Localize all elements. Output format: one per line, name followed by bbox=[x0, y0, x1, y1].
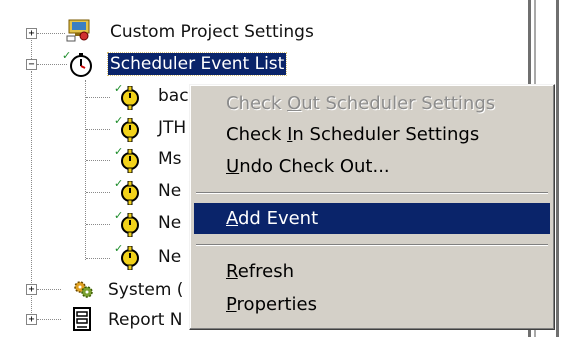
tree-connector bbox=[86, 160, 110, 161]
menu-label-pre: Check bbox=[226, 93, 288, 114]
menu-item-check-in-scheduler-settings[interactable]: Check In Scheduler Settings bbox=[194, 119, 550, 150]
event-clock-icon bbox=[121, 246, 139, 270]
report-icon bbox=[73, 307, 91, 331]
tree-node-event[interactable]: Ne bbox=[156, 212, 183, 234]
expand-toggle-system[interactable]: + bbox=[26, 284, 37, 295]
gear-cluster-icon bbox=[74, 281, 93, 298]
tree-connector bbox=[31, 71, 32, 319]
menu-label-post: roperties bbox=[236, 294, 317, 315]
tree-connector bbox=[86, 224, 110, 225]
tree-connector bbox=[86, 258, 110, 259]
menu-separator bbox=[196, 192, 548, 194]
menu-label-accel: A bbox=[226, 208, 238, 229]
tree-connector bbox=[37, 319, 61, 320]
menu-label-pre: Check bbox=[226, 124, 288, 145]
stopwatch-icon bbox=[70, 53, 92, 77]
menu-label-accel: R bbox=[226, 261, 238, 282]
menu-item-refresh[interactable]: Refresh bbox=[194, 256, 550, 287]
menu-label-accel: O bbox=[287, 93, 302, 114]
tree-node-system[interactable]: System ( bbox=[106, 279, 185, 301]
tree-connector bbox=[86, 97, 110, 98]
tree-node-event[interactable]: bac bbox=[156, 85, 191, 107]
tree-node-event[interactable]: Ms bbox=[156, 148, 184, 170]
menu-item-check-out-scheduler-settings[interactable]: Check Out Scheduler Settings bbox=[194, 88, 550, 119]
custom-settings-icon bbox=[66, 19, 90, 42]
context-menu: Check Out Scheduler Settings Check In Sc… bbox=[189, 84, 555, 330]
event-clock-icon bbox=[121, 213, 139, 237]
tree-connector bbox=[86, 129, 110, 130]
menu-label-post: ndo Check Out... bbox=[239, 156, 390, 177]
menu-label-accel: U bbox=[226, 156, 240, 177]
tree-connector bbox=[86, 192, 110, 193]
expand-toggle-custom[interactable]: + bbox=[26, 28, 37, 39]
tree-node-event[interactable]: Ne bbox=[156, 180, 183, 202]
event-clock-icon bbox=[121, 181, 139, 205]
splitter-edge bbox=[556, 0, 559, 337]
expand-toggle-report[interactable]: + bbox=[26, 314, 37, 325]
menu-label-post: n Scheduler Settings bbox=[292, 124, 480, 145]
collapse-toggle-scheduler[interactable]: − bbox=[26, 59, 37, 70]
menu-label-post: efresh bbox=[237, 261, 294, 282]
tree-node-event[interactable]: Ne bbox=[156, 246, 183, 268]
menu-item-undo-check-out[interactable]: Undo Check Out... bbox=[194, 151, 550, 182]
menu-label-post: dd Event bbox=[238, 208, 319, 229]
tree-node-scheduler-event-list[interactable]: Scheduler Event List bbox=[106, 52, 288, 76]
menu-label-post: ut Scheduler Settings bbox=[301, 93, 496, 114]
menu-separator bbox=[196, 244, 548, 246]
tree-connector bbox=[37, 289, 61, 290]
event-clock-icon bbox=[121, 149, 139, 173]
tree-node-report[interactable]: Report N bbox=[106, 309, 184, 331]
event-clock-icon bbox=[121, 86, 139, 110]
tree-connector bbox=[37, 64, 67, 65]
menu-item-properties[interactable]: Properties bbox=[194, 289, 550, 320]
tree-connector bbox=[37, 33, 65, 34]
tree-connector bbox=[85, 80, 86, 260]
menu-label-accel: P bbox=[226, 294, 237, 315]
tree-node-custom-project-settings[interactable]: Custom Project Settings bbox=[108, 21, 316, 43]
event-clock-icon bbox=[121, 118, 139, 142]
tree-node-event[interactable]: JTH bbox=[156, 117, 188, 139]
menu-item-add-event[interactable]: Add Event bbox=[194, 203, 550, 234]
